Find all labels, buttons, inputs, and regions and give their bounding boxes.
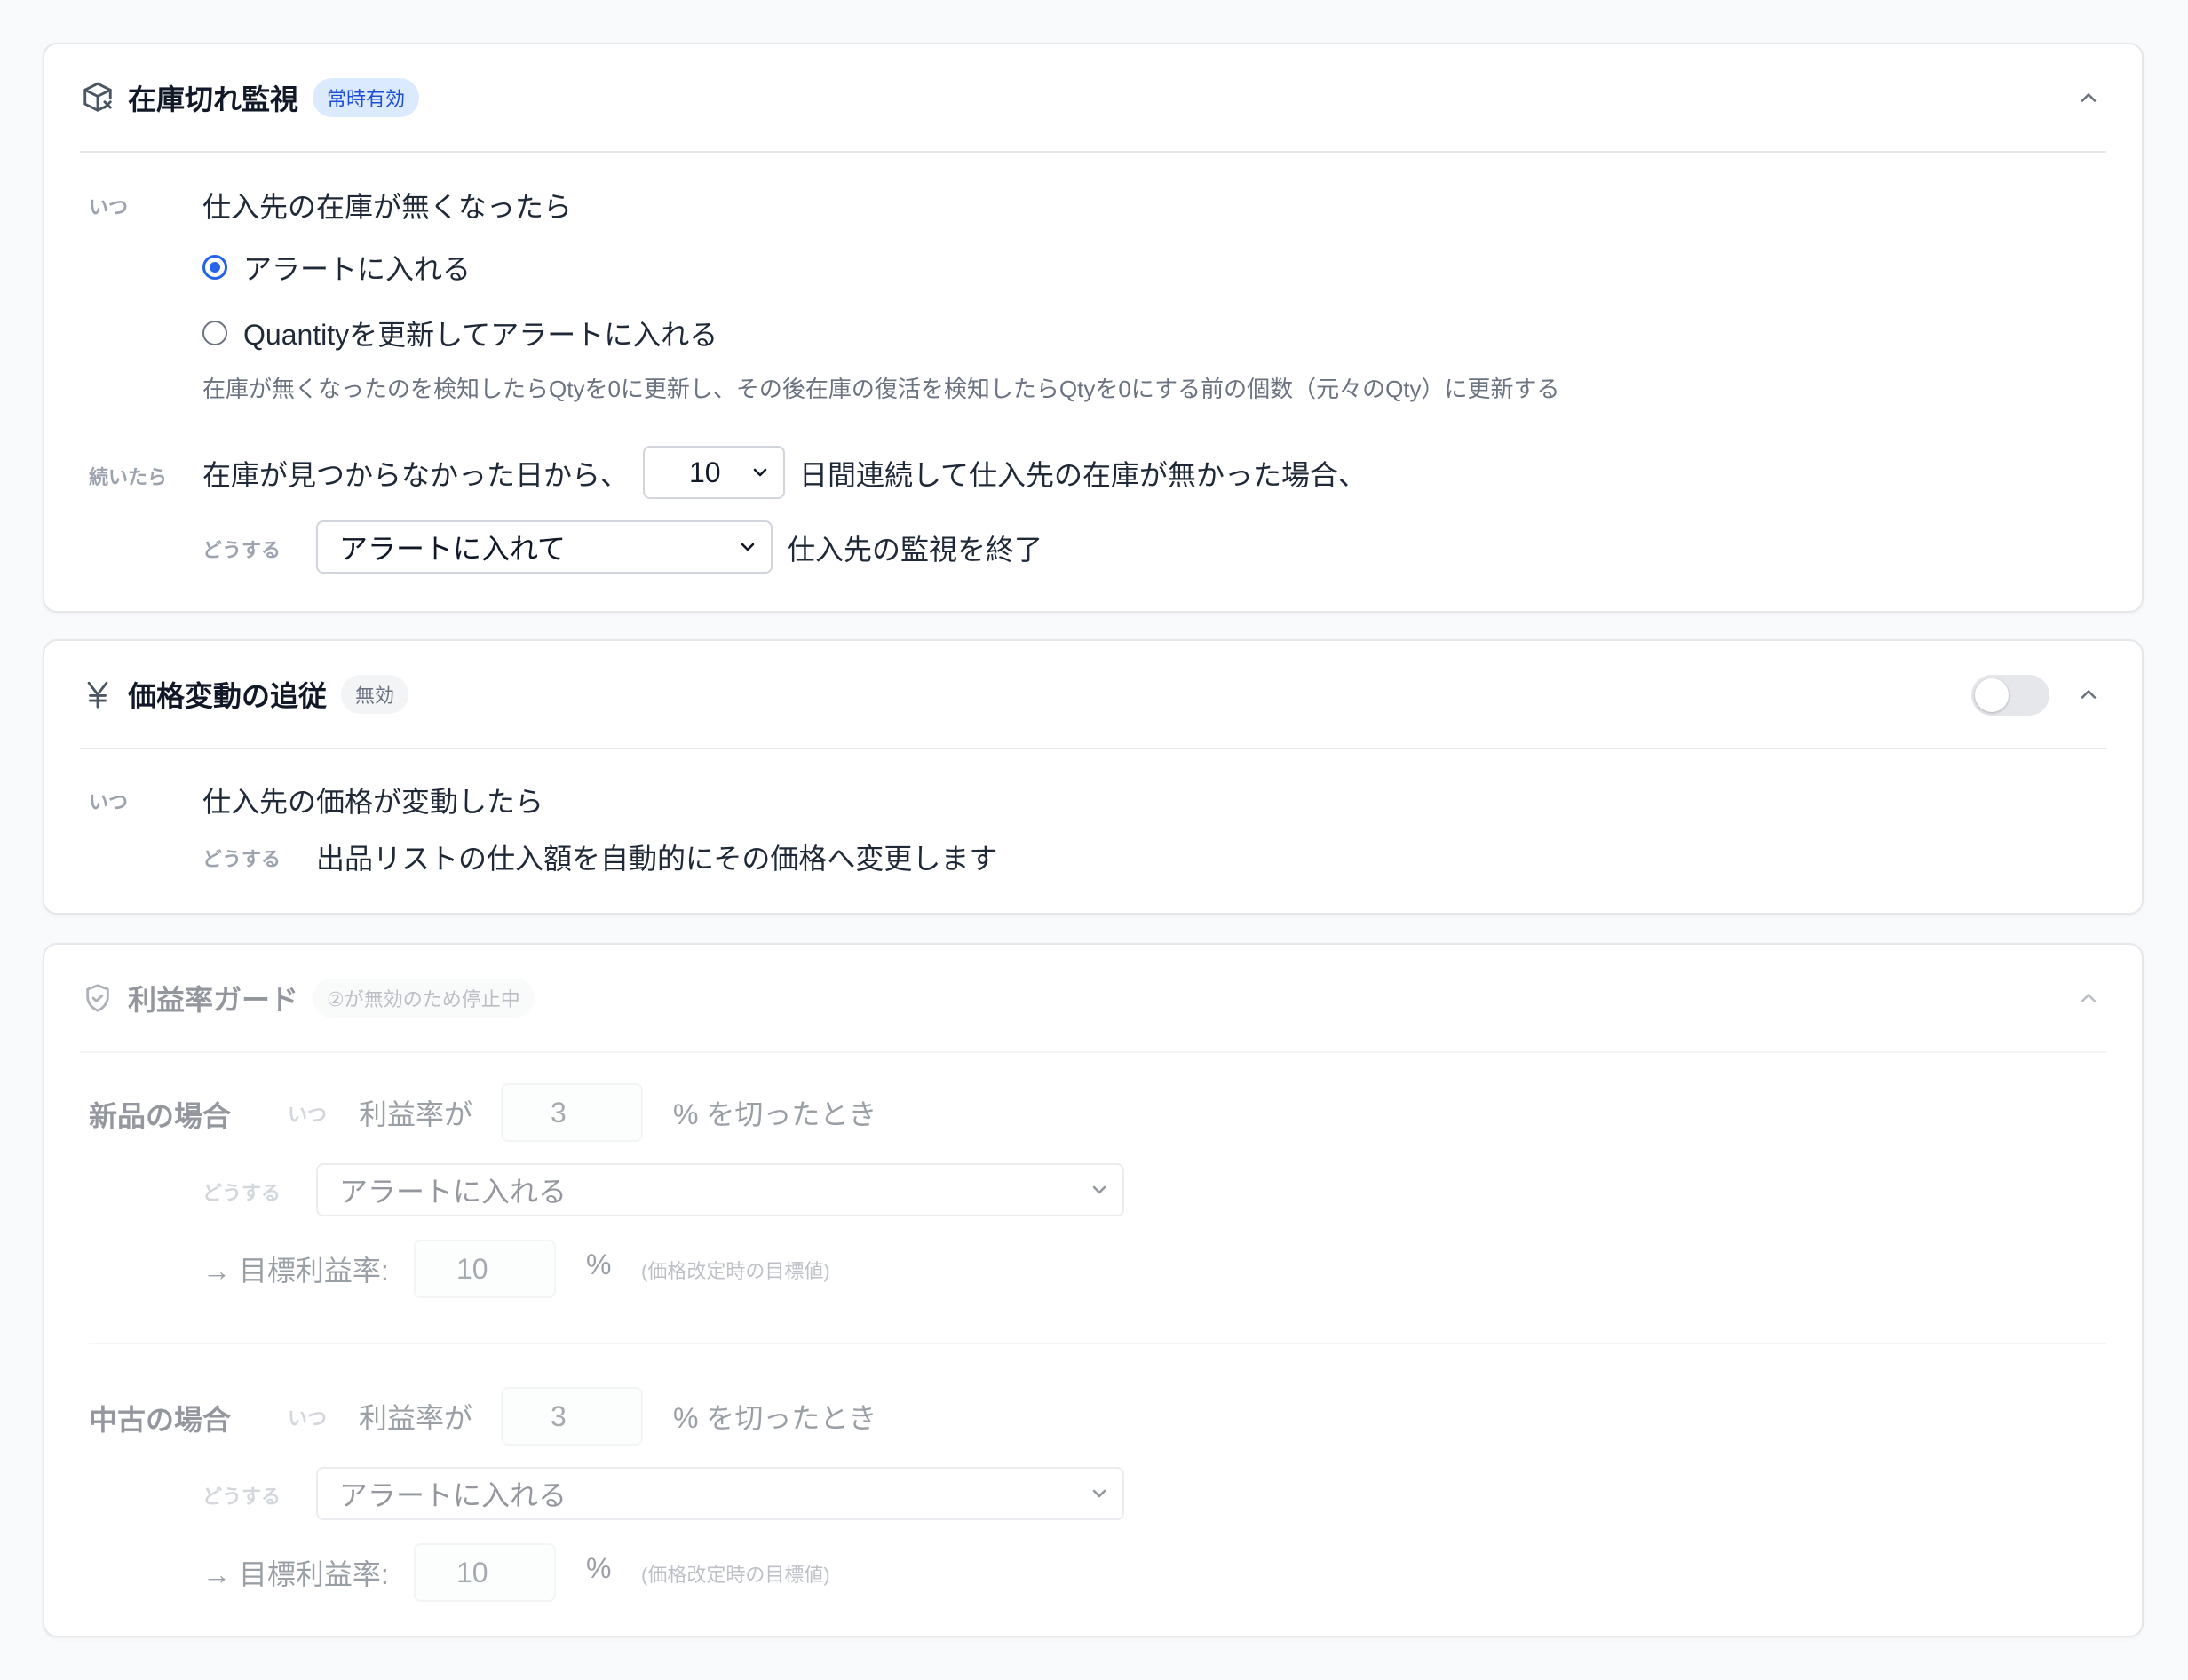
box-x-icon	[80, 80, 115, 115]
enable-toggle[interactable]	[1971, 675, 2049, 716]
input-value: 10	[456, 1252, 488, 1285]
chevron-down-icon	[1087, 1179, 1112, 1201]
action-value: アラートに入れる	[339, 1176, 567, 1208]
new-action-select[interactable]: アラートに入れる	[316, 1163, 1124, 1216]
action-suffix: 仕入先の監視を終了	[787, 534, 1043, 566]
percent-sign: %	[586, 1552, 612, 1584]
action-label: どうする	[202, 539, 281, 561]
action-label: どうする	[202, 848, 281, 870]
action-select[interactable]: アラートに入れて	[316, 520, 773, 574]
when-label: いつ	[89, 196, 129, 218]
status-badge: ②が無効のため停止中	[313, 979, 535, 1018]
status-badge: 常時有効	[313, 78, 420, 117]
days-select[interactable]: 10	[643, 446, 785, 499]
price-follow-header[interactable]: 価格変動の追従 無効	[80, 641, 2106, 749]
used-action-select[interactable]: アラートに入れる	[316, 1467, 1124, 1520]
continue-prefix: 在庫が見つからなかった日から、	[202, 459, 630, 491]
chevron-up-icon[interactable]	[2071, 677, 2106, 712]
radio-option-update-quantity[interactable]: Quantityを更新してアラートに入れる	[202, 313, 717, 353]
section-title: 価格変動の追従	[128, 680, 328, 712]
section-title: 在庫切れ監視	[128, 83, 299, 115]
chevron-down-icon	[735, 536, 760, 558]
action-text: 出品リストの仕入額を自動的にその価格へ変更します	[316, 843, 998, 875]
target-label: → 目標利益率:	[202, 1255, 389, 1287]
yen-icon	[80, 677, 115, 712]
input-value: 10	[456, 1556, 488, 1589]
chevron-up-icon[interactable]	[2071, 80, 2106, 115]
used-threshold-input[interactable]: 3	[501, 1387, 643, 1446]
chevron-down-icon	[748, 462, 773, 483]
when-label: いつ	[288, 1407, 328, 1430]
margin-suffix: % を切ったとき	[673, 1098, 877, 1130]
radio-option-alert[interactable]: アラートに入れる	[202, 247, 471, 288]
target-note: (価格改定時の目標値)	[641, 1564, 830, 1586]
stock-out-monitor-card: 在庫切れ監視 常時有効 いつ 仕入先の在庫が無くなったら アラートに入れる Qu…	[43, 43, 2144, 613]
when-label: いつ	[288, 1104, 328, 1126]
stock-out-monitor-header[interactable]: 在庫切れ監視 常時有効	[80, 44, 2106, 153]
action-label: どうする	[202, 1486, 281, 1508]
option-description: 在庫が無くなったのを検知したらQtyを0に更新し、その後在庫の復活を検知したらQ…	[202, 376, 1560, 402]
radio-selected[interactable]	[202, 255, 227, 280]
when-text: 仕入先の価格が変動したら	[202, 786, 544, 818]
action-value: アラートに入れる	[339, 1479, 567, 1511]
margin-guard-card: 利益率ガード ②が無効のため停止中 新品の場合 いつ 利益率が 3 % を切った…	[43, 943, 2144, 1637]
chevron-down-icon	[1087, 1483, 1112, 1504]
continue-suffix: 日間連続して仕入先の在庫が無かった場合、	[799, 459, 1368, 491]
margin-prefix: 利益率が	[359, 1098, 473, 1130]
status-badge: 無効	[341, 675, 409, 714]
section-title: 利益率ガード	[128, 984, 299, 1016]
when-text: 仕入先の在庫が無くなったら	[202, 191, 573, 223]
shield-check-icon	[80, 980, 115, 1016]
price-follow-card: 価格変動の追従 無効 いつ 仕入先の価格が変動したら どうする 出品リストの仕入…	[43, 639, 2144, 915]
input-value: 3	[551, 1096, 567, 1129]
radio-unselected[interactable]	[202, 321, 227, 345]
used-item-heading: 中古の場合	[89, 1404, 232, 1436]
action-label: どうする	[202, 1182, 281, 1204]
used-target-input[interactable]: 10	[414, 1543, 556, 1602]
input-value: 3	[551, 1399, 567, 1432]
target-note: (価格改定時の目標値)	[641, 1260, 830, 1282]
margin-guard-header[interactable]: 利益率ガード ②が無効のため停止中	[80, 945, 2106, 1053]
continue-label: 続いたら	[89, 466, 168, 488]
new-target-input[interactable]: 10	[414, 1240, 556, 1298]
action-value: アラートに入れて	[339, 533, 567, 565]
radio-label: アラートに入れる	[243, 253, 472, 285]
days-value: 10	[689, 456, 721, 488]
percent-sign: %	[586, 1248, 612, 1280]
toggle-knob	[1975, 678, 2009, 712]
margin-prefix: 利益率が	[359, 1402, 473, 1434]
target-label: → 目標利益率:	[202, 1558, 389, 1590]
margin-suffix: % を切ったとき	[673, 1402, 877, 1434]
chevron-up-icon[interactable]	[2071, 980, 2106, 1016]
divider	[89, 1343, 2106, 1344]
radio-label: Quantityを更新してアラートに入れる	[243, 319, 718, 351]
new-item-heading: 新品の場合	[89, 1100, 232, 1132]
new-threshold-input[interactable]: 3	[501, 1083, 643, 1142]
when-label: いつ	[89, 791, 129, 813]
